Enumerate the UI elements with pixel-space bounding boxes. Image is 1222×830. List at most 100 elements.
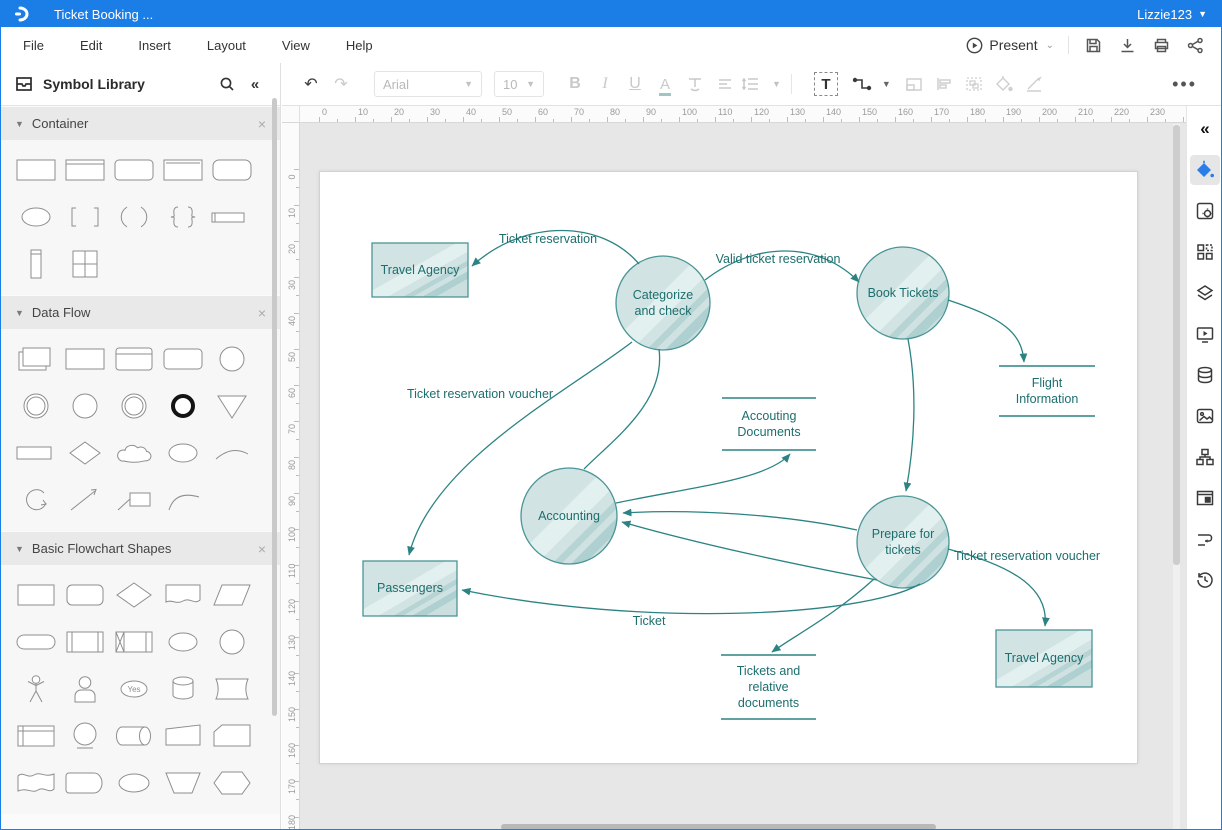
shape-manual-operation[interactable] <box>158 712 207 759</box>
shape-grid[interactable] <box>60 240 109 287</box>
shape-rect[interactable] <box>60 335 109 382</box>
menu-insert[interactable]: Insert <box>138 38 171 53</box>
shape-h-bar[interactable] <box>207 193 256 240</box>
shape-rounded-rect[interactable] <box>158 335 207 382</box>
shape-parens[interactable] <box>109 193 158 240</box>
flow-prepare-tickets-to-accounting[interactable] <box>622 522 877 580</box>
shape-brackets[interactable] <box>60 193 109 240</box>
fill-style-icon[interactable] <box>1190 155 1220 185</box>
flow-book-tickets-to-flight-information[interactable] <box>948 300 1024 362</box>
section-collapse-icon[interactable]: ▼ <box>15 308 24 318</box>
align-objects-icon[interactable] <box>929 70 959 98</box>
shape-h-cylinder[interactable] <box>109 712 158 759</box>
font-color-icon[interactable]: A <box>650 70 680 98</box>
connector-format-icon[interactable] <box>1190 524 1220 554</box>
line-style-icon[interactable] <box>1019 70 1049 98</box>
user-menu-caret-icon[interactable]: ▼ <box>1198 9 1207 19</box>
shape-flag[interactable] <box>11 759 60 806</box>
flow-book-tickets-to-prepare-tickets[interactable] <box>906 339 914 491</box>
shape-line-arrow[interactable] <box>60 476 109 523</box>
flow-prepare-tickets-to-accounting[interactable] <box>623 512 857 530</box>
shape-rect-header[interactable] <box>60 146 109 193</box>
align-text-icon[interactable] <box>710 70 740 98</box>
node-categorize[interactable] <box>616 256 710 350</box>
undo-icon[interactable]: ↶ <box>296 70 326 98</box>
shape-diamond[interactable] <box>60 429 109 476</box>
shape-circle[interactable] <box>60 382 109 429</box>
italic-icon[interactable]: I <box>590 70 620 98</box>
menu-layout[interactable]: Layout <box>207 38 246 53</box>
data-icon[interactable] <box>1190 360 1220 390</box>
menu-file[interactable]: File <box>23 38 44 53</box>
flow-prepare-tickets-to-tickets-documents[interactable] <box>772 579 874 652</box>
node-passengers[interactable] <box>363 561 457 616</box>
share-icon[interactable] <box>1185 35 1205 55</box>
menu-help[interactable]: Help <box>346 38 373 53</box>
shape-stored-x[interactable] <box>109 618 158 665</box>
shape-terminator[interactable] <box>11 618 60 665</box>
shape-inv-trapezoid[interactable] <box>158 759 207 806</box>
section-collapse-icon[interactable]: ▼ <box>15 119 24 129</box>
node-accounting[interactable] <box>521 468 617 564</box>
text-tool-icon[interactable]: T <box>814 72 838 96</box>
save-icon[interactable] <box>1083 35 1103 55</box>
shape-circle[interactable] <box>207 618 256 665</box>
node-book-tickets[interactable] <box>857 247 949 339</box>
shape-yes-ellipse[interactable]: Yes <box>109 665 158 712</box>
app-logo-icon[interactable] <box>10 4 36 24</box>
underline-icon[interactable]: U <box>620 70 650 98</box>
node-flight-information[interactable] <box>999 366 1095 416</box>
shape-rounded-process[interactable] <box>60 571 109 618</box>
node-travel-agency-2[interactable] <box>996 630 1092 687</box>
flow-categorize-to-book-tickets[interactable] <box>705 251 859 282</box>
shape-person[interactable] <box>11 665 60 712</box>
shape-user[interactable] <box>60 665 109 712</box>
shape-predefined[interactable] <box>60 618 109 665</box>
history-icon[interactable] <box>1190 565 1220 595</box>
section-header-basic-flowchart-shapes[interactable]: ▼Basic Flowchart Shapes× <box>1 532 280 565</box>
section-close-icon[interactable]: × <box>258 305 266 321</box>
line-spacing-icon[interactable]: ▼ <box>740 70 781 98</box>
node-accouting-documents[interactable] <box>722 398 816 450</box>
section-header-container[interactable]: ▼Container× <box>1 107 280 140</box>
shape-double-circle[interactable] <box>109 382 158 429</box>
shape-process[interactable] <box>11 571 60 618</box>
presentation-icon[interactable] <box>1190 319 1220 349</box>
shape-curve[interactable] <box>158 476 207 523</box>
shape-callout-rect[interactable] <box>109 476 158 523</box>
shape-triangle-down[interactable] <box>207 382 256 429</box>
node-tickets-documents[interactable] <box>721 655 816 719</box>
library-scrollbar[interactable] <box>272 98 277 716</box>
layers-icon[interactable] <box>1190 278 1220 308</box>
flow-accounting-to-accouting-documents[interactable] <box>616 454 790 503</box>
text-effect-icon[interactable] <box>680 70 710 98</box>
flow-categorize-to-travel-agency-1[interactable] <box>472 231 639 267</box>
shape-oval[interactable] <box>109 759 158 806</box>
user-name[interactable]: Lizzie123 <box>1137 7 1192 22</box>
shape-ellipse[interactable] <box>11 193 60 240</box>
shape-cloud[interactable] <box>109 429 158 476</box>
menu-edit[interactable]: Edit <box>80 38 102 53</box>
section-close-icon[interactable]: × <box>258 541 266 557</box>
shape-rect-band[interactable] <box>109 335 158 382</box>
canvas-area[interactable]: 0102030405060708090100110120130140150160… <box>282 106 1186 830</box>
present-button[interactable]: Present <box>966 37 1037 54</box>
shape-circle[interactable] <box>207 335 256 382</box>
shape-display[interactable] <box>60 759 109 806</box>
collapse-library-icon[interactable]: « <box>244 73 266 95</box>
fill-color-icon[interactable] <box>989 70 1019 98</box>
canvas-vscrollbar[interactable] <box>1173 125 1180 565</box>
download-icon[interactable] <box>1117 35 1137 55</box>
shape-rect[interactable] <box>11 146 60 193</box>
shape-hexagon[interactable] <box>207 759 256 806</box>
shape-parallelogram[interactable] <box>207 571 256 618</box>
symbols-panel-icon[interactable] <box>1190 237 1220 267</box>
shape-bold-circle[interactable] <box>158 382 207 429</box>
shape-braces[interactable] <box>158 193 207 240</box>
flow-prepare-tickets-to-travel-agency-2[interactable] <box>948 549 1045 626</box>
print-icon[interactable] <box>1151 35 1171 55</box>
shape-internal-storage[interactable] <box>11 712 60 759</box>
more-options-icon[interactable]: ••• <box>1172 74 1197 95</box>
collapse-sidebar-icon[interactable]: « <box>1190 114 1220 144</box>
shape-loop-arrow[interactable] <box>11 476 60 523</box>
